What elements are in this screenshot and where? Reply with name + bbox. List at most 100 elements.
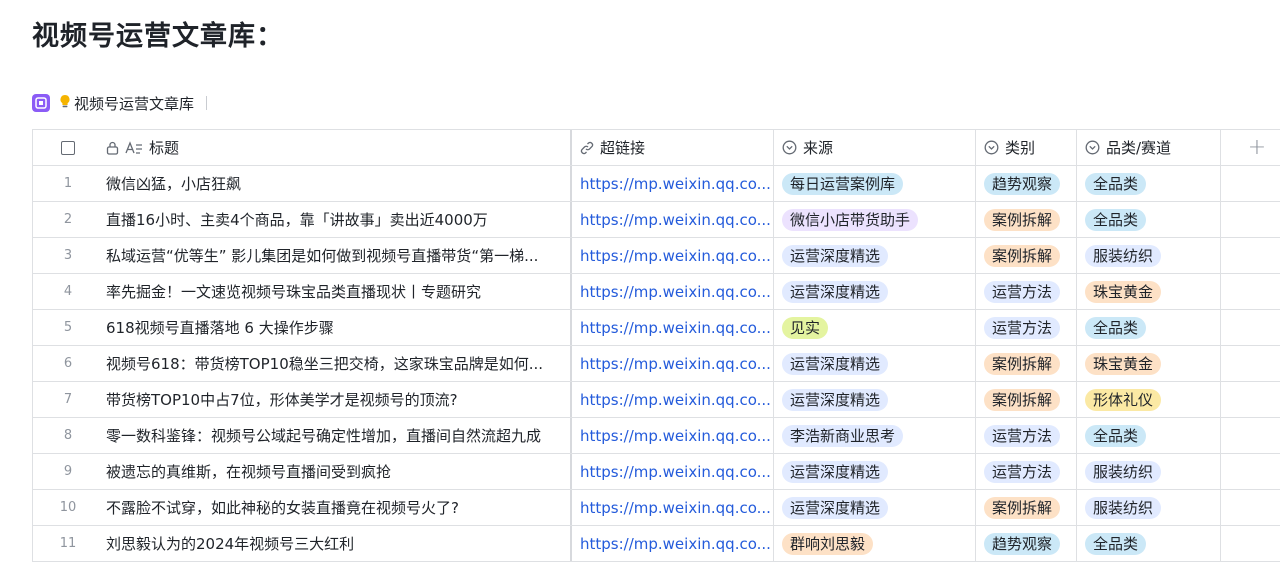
product-cell[interactable]: 全品类 xyxy=(1077,310,1221,345)
category-cell[interactable]: 运营方法 xyxy=(976,274,1077,309)
link-cell[interactable]: https://mp.weixin.qq.co... xyxy=(572,382,774,417)
category-cell[interactable]: 案例拆解 xyxy=(976,238,1077,273)
page-title: 视频号运营文章库： xyxy=(32,21,284,52)
title-cell[interactable]: 私域运营“优等生” 影儿集团是如何做到视频号直播带货“第一梯... xyxy=(103,238,572,273)
source-cell[interactable]: 每日运营案例库 xyxy=(774,166,976,201)
category-cell[interactable]: 运营方法 xyxy=(976,418,1077,453)
product-tag: 服装纺织 xyxy=(1085,460,1162,483)
source-cell[interactable]: 李浩新商业思考 xyxy=(774,418,976,453)
product-cell[interactable]: 全品类 xyxy=(1077,418,1221,453)
hyperlink[interactable]: https://mp.weixin.qq.co... xyxy=(580,283,771,301)
category-cell[interactable]: 运营方法 xyxy=(976,310,1077,345)
hyperlink[interactable]: https://mp.weixin.qq.co... xyxy=(580,427,771,445)
table-row[interactable]: 2 直播16小时、主卖4个商品，靠「讲故事」卖出近4000万 https://mp.… xyxy=(33,202,1280,238)
hyperlink[interactable]: https://mp.weixin.qq.co... xyxy=(580,391,771,409)
source-cell[interactable]: 运营深度精选 xyxy=(774,454,976,489)
title-text: 私域运营“优等生” 影儿集团是如何做到视频号直播带货“第一梯... xyxy=(106,247,539,265)
category-cell[interactable]: 趋势观察 xyxy=(976,166,1077,201)
source-cell[interactable]: 运营深度精选 xyxy=(774,238,976,273)
source-cell[interactable]: 见实 xyxy=(774,310,976,345)
product-tag: 珠宝黄金 xyxy=(1085,352,1162,375)
table-row[interactable]: 10 不露脸不试穿，如此神秘的女装直播竟在视频号火了? https://mp.wei… xyxy=(33,490,1280,526)
link-cell[interactable]: https://mp.weixin.qq.co... xyxy=(572,454,774,489)
link-cell[interactable]: https://mp.weixin.qq.co... xyxy=(572,166,774,201)
link-cell[interactable]: https://mp.weixin.qq.co... xyxy=(572,346,774,381)
table-app-icon xyxy=(32,94,50,112)
table-row[interactable]: 8 零一数科鉴锋：视频号公域起号确定性增加，直播间自然流超九成 https://mp… xyxy=(33,418,1280,454)
source-cell[interactable]: 运营深度精选 xyxy=(774,274,976,309)
select-all-checkbox[interactable] xyxy=(61,140,75,155)
title-cell[interactable]: 率先掘金！一文速览视频号珠宝品类直播现状丨专题研究 xyxy=(103,274,572,309)
title-cell[interactable]: 不露脸不试穿，如此神秘的女装直播竟在视频号火了? xyxy=(103,490,572,525)
source-cell[interactable]: 微信小店带货助手 xyxy=(774,202,976,237)
table-row[interactable]: 9 被遗忘的真维斯，在视频号直播间受到疯抢 https://mp.weixin.qq… xyxy=(33,454,1280,490)
title-cell[interactable]: 618视频号直播落地 6 大操作步骤 xyxy=(103,310,572,345)
product-cell[interactable]: 服装纺织 xyxy=(1077,490,1221,525)
product-cell[interactable]: 珠宝黄金 xyxy=(1077,274,1221,309)
title-text: 率先掘金！一文速览视频号珠宝品类直播现状丨专题研究 xyxy=(106,283,482,301)
column-header-source[interactable]: 来源 xyxy=(774,130,976,165)
title-cell[interactable]: 视频号618：带货榜TOP10稳坐三把交椅，这家珠宝品牌是如何... xyxy=(103,346,572,381)
column-title-label: 标题 xyxy=(149,139,180,157)
column-header-product[interactable]: 品类/赛道 xyxy=(1077,130,1221,165)
product-cell[interactable]: 服装纺织 xyxy=(1077,238,1221,273)
hyperlink[interactable]: https://mp.weixin.qq.co... xyxy=(580,175,771,193)
product-cell[interactable]: 全品类 xyxy=(1077,202,1221,237)
table-row[interactable]: 6 视频号618：带货榜TOP10稳坐三把交椅，这家珠宝品牌是如何... https… xyxy=(33,346,1280,382)
hyperlink[interactable]: https://mp.weixin.qq.co... xyxy=(580,211,771,229)
source-tag: 每日运营案例库 xyxy=(782,172,904,195)
column-header-link[interactable]: 超链接 xyxy=(572,130,774,165)
select-all-cell[interactable] xyxy=(33,130,103,165)
title-cell[interactable]: 被遗忘的真维斯，在视频号直播间受到疯抢 xyxy=(103,454,572,489)
column-header-title[interactable]: 标题 xyxy=(103,130,572,165)
row-number: 8 xyxy=(63,428,73,443)
source-tag: 运营深度精选 xyxy=(782,352,889,375)
category-cell[interactable]: 案例拆解 xyxy=(976,346,1077,381)
product-cell[interactable]: 服装纺织 xyxy=(1077,454,1221,489)
row-empty-cell xyxy=(1221,166,1280,201)
column-header-category[interactable]: 类别 xyxy=(976,130,1077,165)
category-cell[interactable]: 案例拆解 xyxy=(976,490,1077,525)
hyperlink[interactable]: https://mp.weixin.qq.co... xyxy=(580,499,771,517)
text-field-icon xyxy=(125,140,143,155)
link-cell[interactable]: https://mp.weixin.qq.co... xyxy=(572,310,774,345)
category-cell[interactable]: 运营方法 xyxy=(976,454,1077,489)
category-cell[interactable]: 案例拆解 xyxy=(976,382,1077,417)
title-cell[interactable]: 零一数科鉴锋：视频号公域起号确定性增加，直播间自然流超九成 xyxy=(103,418,572,453)
source-tag: 见实 xyxy=(782,316,829,339)
table-row[interactable]: 3 私域运营“优等生” 影儿集团是如何做到视频号直播带货“第一梯... https:… xyxy=(33,238,1280,274)
hyperlink[interactable]: https://mp.weixin.qq.co... xyxy=(580,463,771,481)
table-row[interactable]: 5 618视频号直播落地 6 大操作步骤 https://mp.weixin.qq.… xyxy=(33,310,1280,346)
source-cell[interactable]: 运营深度精选 xyxy=(774,382,976,417)
category-tag: 案例拆解 xyxy=(984,496,1061,519)
product-tag: 全品类 xyxy=(1085,208,1147,231)
category-tag: 案例拆解 xyxy=(984,208,1061,231)
source-cell[interactable]: 运营深度精选 xyxy=(774,346,976,381)
title-cell[interactable]: 带货榜TOP10中占7位，形体美学才是视频号的顶流? xyxy=(103,382,572,417)
table-row[interactable]: 7 带货榜TOP10中占7位，形体美学才是视频号的顶流? https://mp.we… xyxy=(33,382,1280,418)
hyperlink[interactable]: https://mp.weixin.qq.co... xyxy=(580,247,771,265)
link-cell[interactable]: https://mp.weixin.qq.co... xyxy=(572,490,774,525)
link-cell[interactable]: https://mp.weixin.qq.co... xyxy=(572,418,774,453)
table-row[interactable]: 4 率先掘金！一文速览视频号珠宝品类直播现状丨专题研究 https://mp.wei… xyxy=(33,274,1280,310)
link-cell[interactable]: https://mp.weixin.qq.co... xyxy=(572,202,774,237)
link-cell[interactable]: https://mp.weixin.qq.co... xyxy=(572,238,774,273)
product-cell[interactable]: 全品类 xyxy=(1077,166,1221,201)
hyperlink[interactable]: https://mp.weixin.qq.co... xyxy=(580,355,771,373)
product-tag: 全品类 xyxy=(1085,316,1147,339)
table-row[interactable]: 11 刘思毅认为的2024年视频号三大红利 https://mp.weixin.qq… xyxy=(33,526,1280,562)
source-cell[interactable]: 运营深度精选 xyxy=(774,490,976,525)
link-cell[interactable]: https://mp.weixin.qq.co... xyxy=(572,274,774,309)
category-cell[interactable]: 案例拆解 xyxy=(976,202,1077,237)
table-row[interactable]: 1 微信凶猛，小店狂飙 https://mp.weixin.qq.co... 每日运营… xyxy=(33,166,1280,202)
product-cell[interactable]: 珠宝黄金 xyxy=(1077,346,1221,381)
view-tab[interactable]: 视频号运营文章库 xyxy=(32,92,208,114)
title-cell[interactable]: 直播16小时、主卖4个商品，靠「讲故事」卖出近4000万 xyxy=(103,202,572,237)
add-column-button[interactable]: + xyxy=(1221,130,1280,165)
hyperlink[interactable]: https://mp.weixin.qq.co... xyxy=(580,319,771,337)
row-empty-cell xyxy=(1221,418,1280,453)
single-select-icon xyxy=(1085,140,1100,155)
column-link-label: 超链接 xyxy=(600,139,646,157)
product-cell[interactable]: 形体礼仪 xyxy=(1077,382,1221,417)
title-cell[interactable]: 微信凶猛，小店狂飙 xyxy=(103,166,572,201)
